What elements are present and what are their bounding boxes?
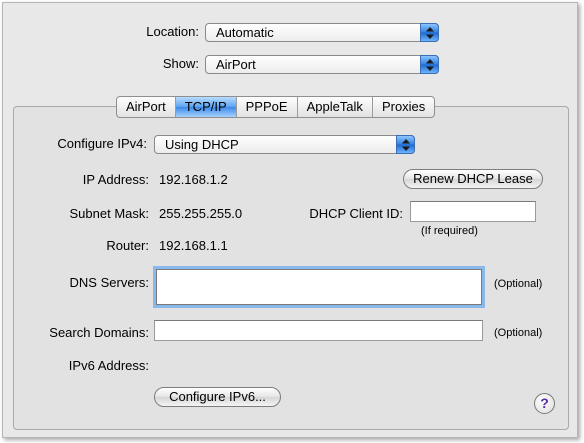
dhcp-client-id-label: DHCP Client ID: bbox=[309, 206, 403, 221]
show-popup[interactable]: AirPort bbox=[205, 55, 439, 74]
dhcp-client-id-field[interactable] bbox=[410, 201, 536, 222]
location-popup[interactable]: Automatic bbox=[205, 23, 439, 42]
ipv6-address-label: IPv6 Address: bbox=[68, 358, 149, 373]
tab-bar: AirPort TCP/IP PPPoE AppleTalk Proxies bbox=[116, 96, 436, 118]
up-down-arrows-icon bbox=[420, 55, 439, 74]
renew-dhcp-lease-button[interactable]: Renew DHCP Lease bbox=[403, 169, 543, 189]
ip-address-label: IP Address: bbox=[82, 172, 149, 187]
help-icon[interactable]: ? bbox=[534, 393, 555, 414]
tab-appletalk[interactable]: AppleTalk bbox=[298, 97, 373, 117]
tab-airport[interactable]: AirPort bbox=[117, 97, 176, 117]
configure-ipv4-popup[interactable]: Using DHCP bbox=[154, 135, 415, 154]
tcpip-panel bbox=[13, 106, 569, 430]
configure-ipv4-label: Configure IPv4: bbox=[57, 136, 147, 151]
subnet-mask-label: Subnet Mask: bbox=[69, 206, 150, 221]
router-label: Router: bbox=[106, 238, 149, 253]
network-preferences-window: Location: Automatic Show: AirPort AirPor… bbox=[2, 2, 578, 438]
dns-servers-note: (Optional) bbox=[494, 278, 543, 290]
dns-servers-label: DNS Servers: bbox=[69, 275, 149, 290]
location-label: Location: bbox=[146, 24, 199, 39]
up-down-arrows-icon bbox=[396, 135, 415, 154]
subnet-mask-value: 255.255.255.0 bbox=[159, 206, 243, 221]
location-value: Automatic bbox=[216, 25, 274, 40]
search-domains-note: (Optional) bbox=[494, 327, 543, 339]
tab-proxies[interactable]: Proxies bbox=[373, 97, 434, 117]
dns-servers-field[interactable] bbox=[156, 269, 482, 305]
ip-address-value: 192.168.1.2 bbox=[159, 172, 228, 187]
configure-ipv6-button[interactable]: Configure IPv6... bbox=[154, 387, 281, 407]
search-domains-label: Search Domains: bbox=[49, 325, 149, 340]
tab-tcpip[interactable]: TCP/IP bbox=[175, 97, 237, 117]
search-domains-field[interactable] bbox=[154, 320, 483, 341]
dhcp-client-id-note: (If required) bbox=[421, 225, 478, 237]
configure-ipv4-value: Using DHCP bbox=[165, 137, 239, 152]
show-label: Show: bbox=[162, 56, 199, 71]
router-value: 192.168.1.1 bbox=[159, 238, 228, 253]
tab-pppoe[interactable]: PPPoE bbox=[237, 97, 298, 117]
up-down-arrows-icon bbox=[420, 23, 439, 42]
show-value: AirPort bbox=[216, 57, 256, 72]
